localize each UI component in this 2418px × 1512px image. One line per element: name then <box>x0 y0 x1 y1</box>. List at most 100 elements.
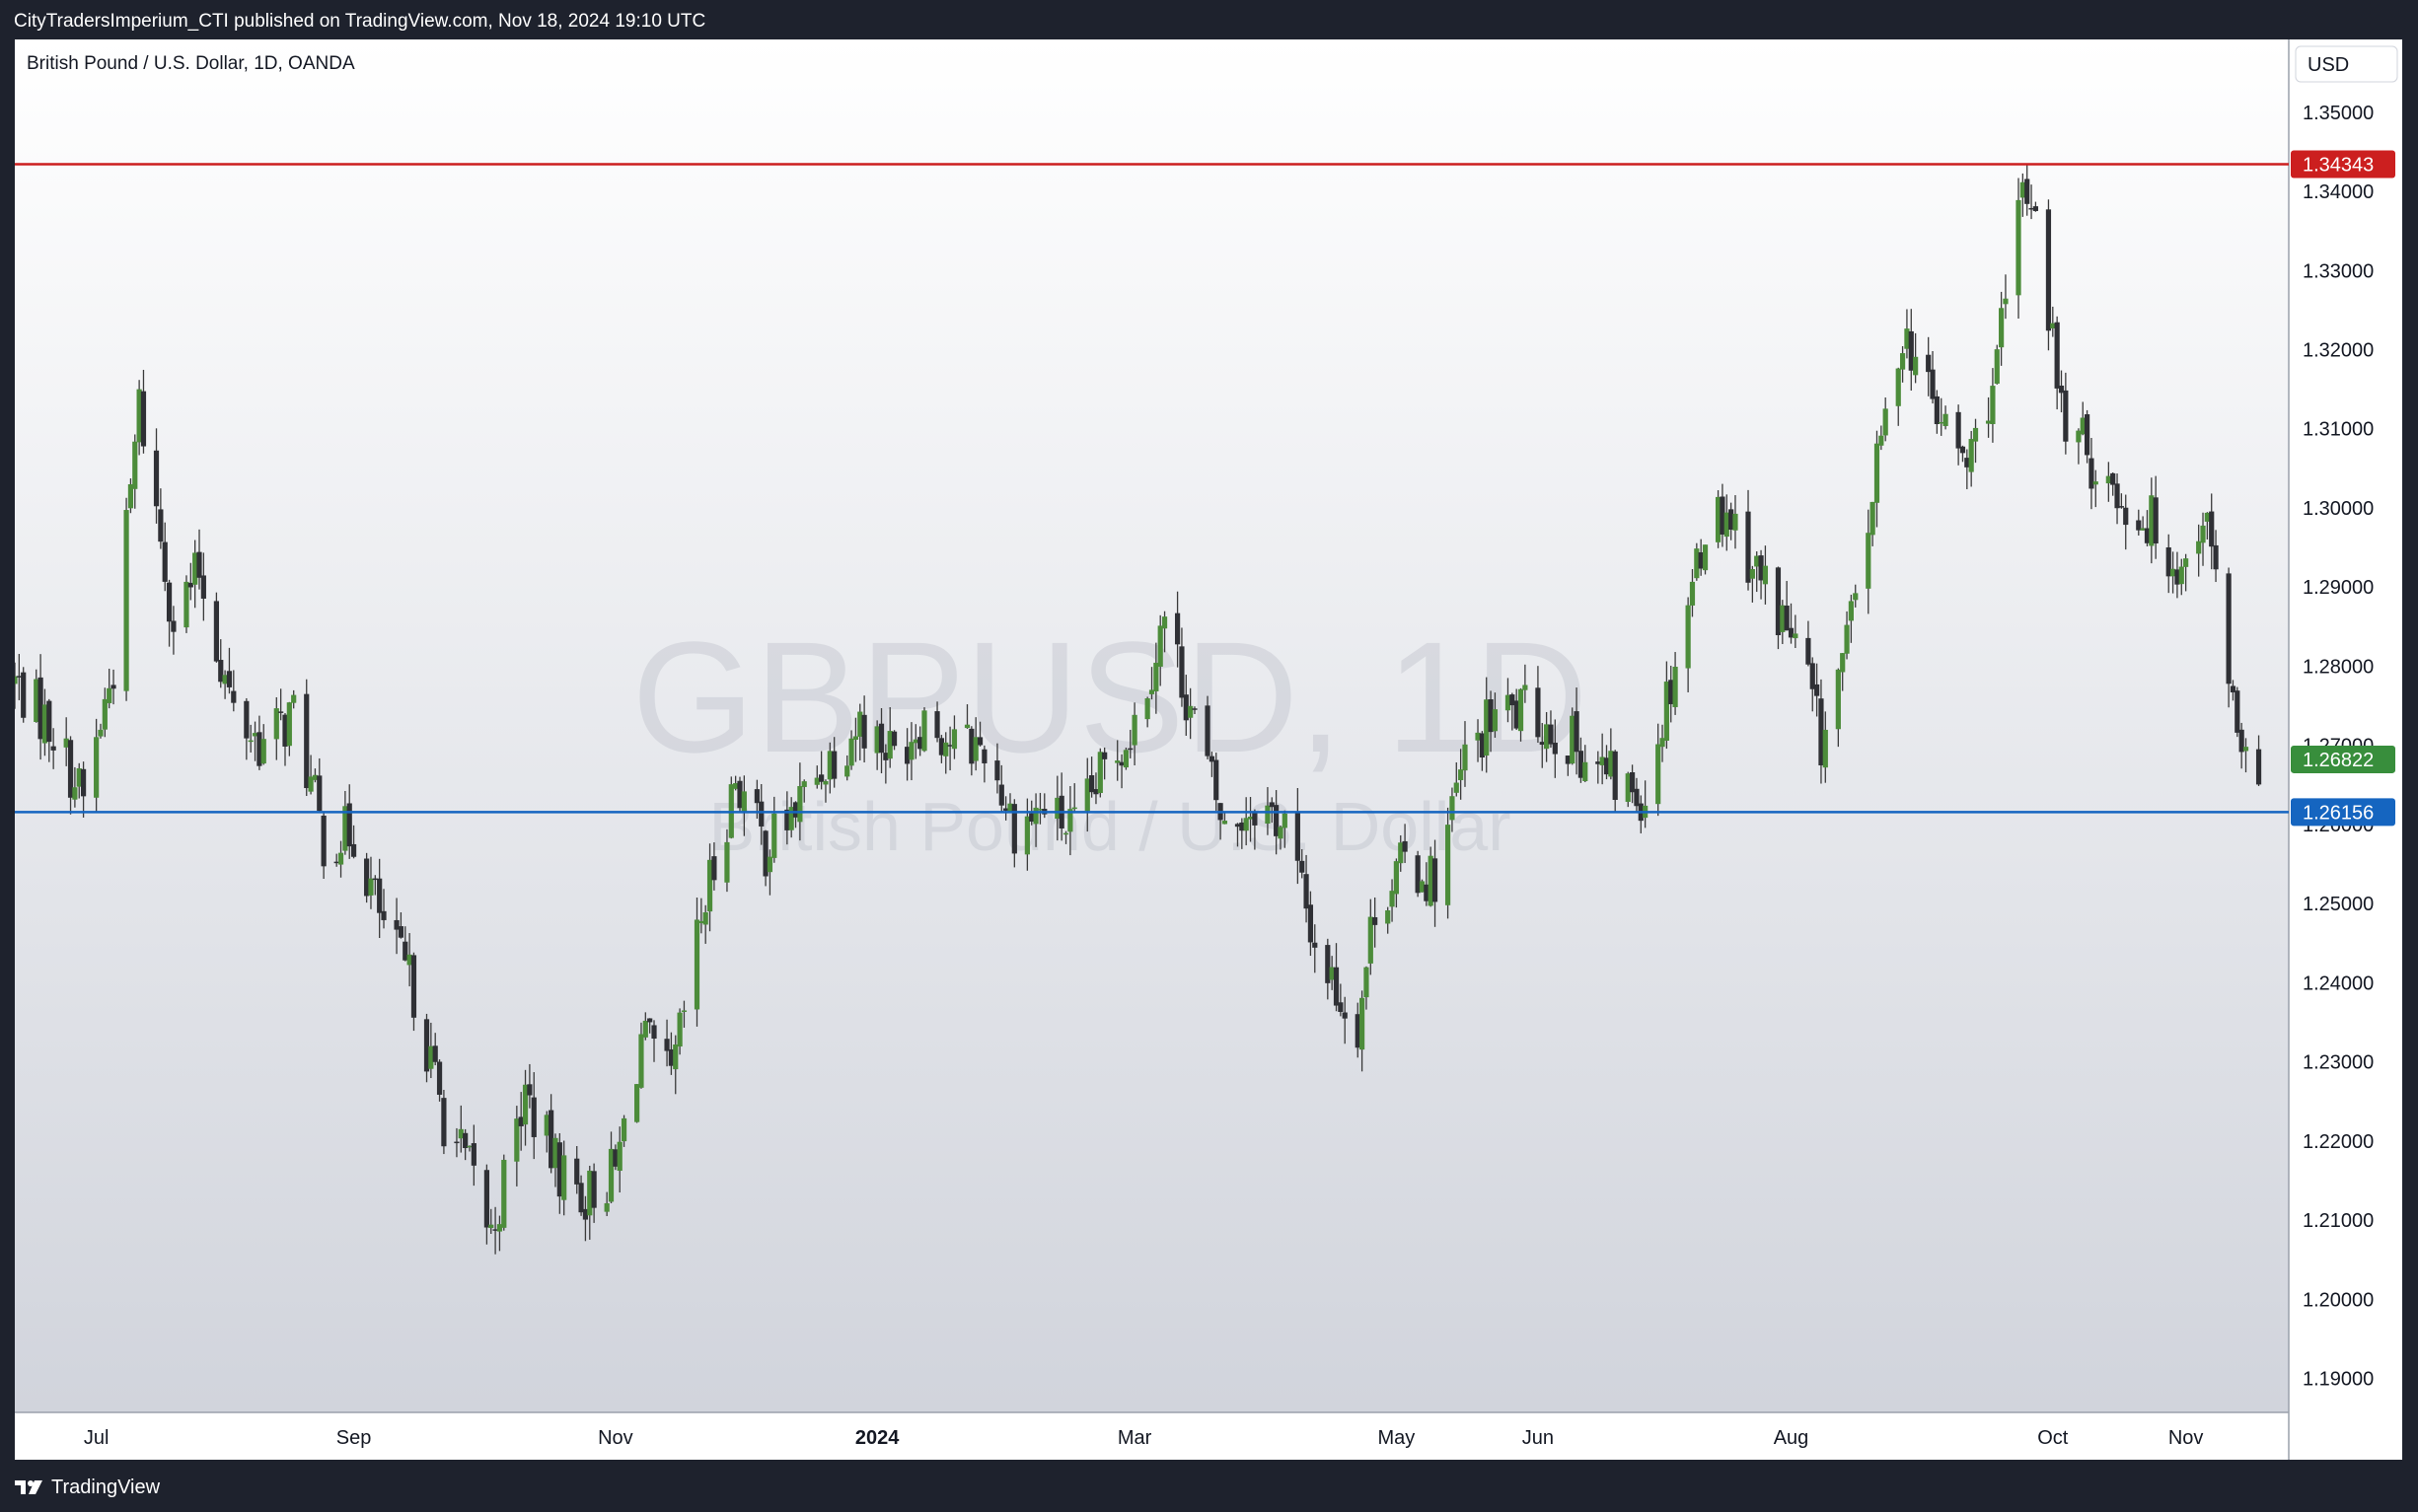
candle-down <box>1574 711 1579 753</box>
candle-up <box>634 1084 640 1122</box>
candle-up <box>1144 698 1150 720</box>
x-tick-label: Oct <box>2037 1427 2069 1449</box>
candle-up <box>291 694 297 703</box>
candle-down <box>527 1084 533 1096</box>
candle-up <box>1968 439 1974 472</box>
candle-up <box>702 912 708 925</box>
candle-down <box>398 926 404 938</box>
candle-up <box>801 781 807 787</box>
candle-up <box>767 856 773 873</box>
candle-up <box>1672 666 1678 707</box>
candle-up <box>621 1117 627 1142</box>
candle-up <box>107 687 112 703</box>
candle-down <box>226 671 233 687</box>
candle-up <box>132 441 138 489</box>
candle-up <box>1895 368 1901 406</box>
chart-frame[interactable]: GBPUSD, 1D British Pound / U.S. Dollar B… <box>15 39 2402 1460</box>
candle-down <box>213 601 220 662</box>
candle-down <box>2045 209 2052 331</box>
x-tick-label: Jun <box>1522 1427 1554 1449</box>
currency-button[interactable]: USD <box>2295 45 2398 83</box>
candle-down <box>2213 544 2219 570</box>
candle-down <box>200 575 206 599</box>
candle-down <box>304 693 310 789</box>
candle-up <box>1913 356 1919 376</box>
candle-down <box>574 1158 580 1185</box>
candle-up <box>1024 816 1030 855</box>
candle-down <box>2235 690 2240 733</box>
candle-up <box>1282 813 1287 828</box>
candle-down <box>140 391 147 447</box>
y-tick-label: 1.22000 <box>2303 1131 2374 1153</box>
candle-up <box>1221 821 1228 825</box>
candle-down <box>2118 506 2124 508</box>
candle-down <box>244 700 250 739</box>
candle-up <box>337 852 344 865</box>
candle-up <box>2242 747 2249 752</box>
candle-up <box>1853 593 1859 601</box>
y-tick-label: 1.29000 <box>2303 577 2374 599</box>
candle-down <box>162 541 168 582</box>
candle-down <box>998 784 1004 806</box>
candle-up <box>964 724 971 729</box>
candle-up <box>1990 386 1996 424</box>
y-tick-label: 1.21000 <box>2303 1210 2374 1232</box>
candle-up <box>2178 566 2184 585</box>
candle-down <box>754 789 760 804</box>
candle-up <box>123 510 129 691</box>
candle-up <box>2183 558 2189 567</box>
candle-up <box>1132 714 1137 746</box>
candle-up <box>501 1159 507 1228</box>
candle-down <box>2123 507 2129 526</box>
candle-down <box>153 450 160 507</box>
candle-down <box>377 878 383 913</box>
candle-down <box>1535 687 1541 738</box>
candle-down <box>483 1170 489 1228</box>
candle-up <box>681 1010 688 1012</box>
candle-down <box>977 737 984 746</box>
candle-up <box>98 729 104 737</box>
candle-down <box>1205 705 1210 756</box>
candle-up <box>94 737 100 798</box>
candle-up <box>260 739 266 764</box>
candle-up <box>1188 705 1194 718</box>
candle-up <box>1393 861 1399 895</box>
candle-down <box>994 760 1000 781</box>
footer-bar: TradingView <box>0 1464 2418 1512</box>
candle-down <box>861 714 867 749</box>
candle-up <box>1762 565 1769 585</box>
candle-down <box>591 1171 597 1208</box>
candle-down <box>2226 573 2232 684</box>
candle-up <box>823 780 829 785</box>
candle-up <box>1999 308 2005 348</box>
y-tick-label: 1.33000 <box>2303 260 2374 282</box>
y-tick-label: 1.19000 <box>2303 1369 2374 1391</box>
candle-down <box>1784 606 1790 631</box>
candle-up <box>1689 581 1696 606</box>
candle-up <box>1071 807 1077 810</box>
candle-up <box>638 1034 644 1088</box>
candle-up <box>1363 967 1369 998</box>
candle-down <box>1307 904 1314 943</box>
candle-up <box>72 787 78 800</box>
candle-up <box>1265 805 1271 825</box>
candle-up <box>1278 827 1283 839</box>
candle-up <box>1749 569 1755 579</box>
candle-up <box>617 1141 623 1172</box>
chart-title: British Pound / U.S. Dollar, 1D, OANDA <box>27 53 355 74</box>
candle-down <box>46 700 52 743</box>
candle-up <box>604 1202 610 1212</box>
tradingview-brand[interactable]: TradingView <box>14 1476 160 1499</box>
candle-down <box>2153 497 2159 543</box>
candle-up <box>286 702 292 747</box>
candle-down <box>819 774 825 782</box>
candle-down <box>934 711 940 739</box>
candle-up <box>2015 199 2021 296</box>
candle-up <box>1655 744 1661 805</box>
candle-up <box>1878 435 1884 446</box>
candle-up <box>1994 349 2000 384</box>
watermark-name: British Pound / U.S. Dollar <box>708 788 1510 865</box>
candle-down <box>196 551 202 578</box>
candle-down <box>2255 749 2262 785</box>
price-chart[interactable]: GBPUSD, 1D British Pound / U.S. Dollar B… <box>15 39 2402 1460</box>
